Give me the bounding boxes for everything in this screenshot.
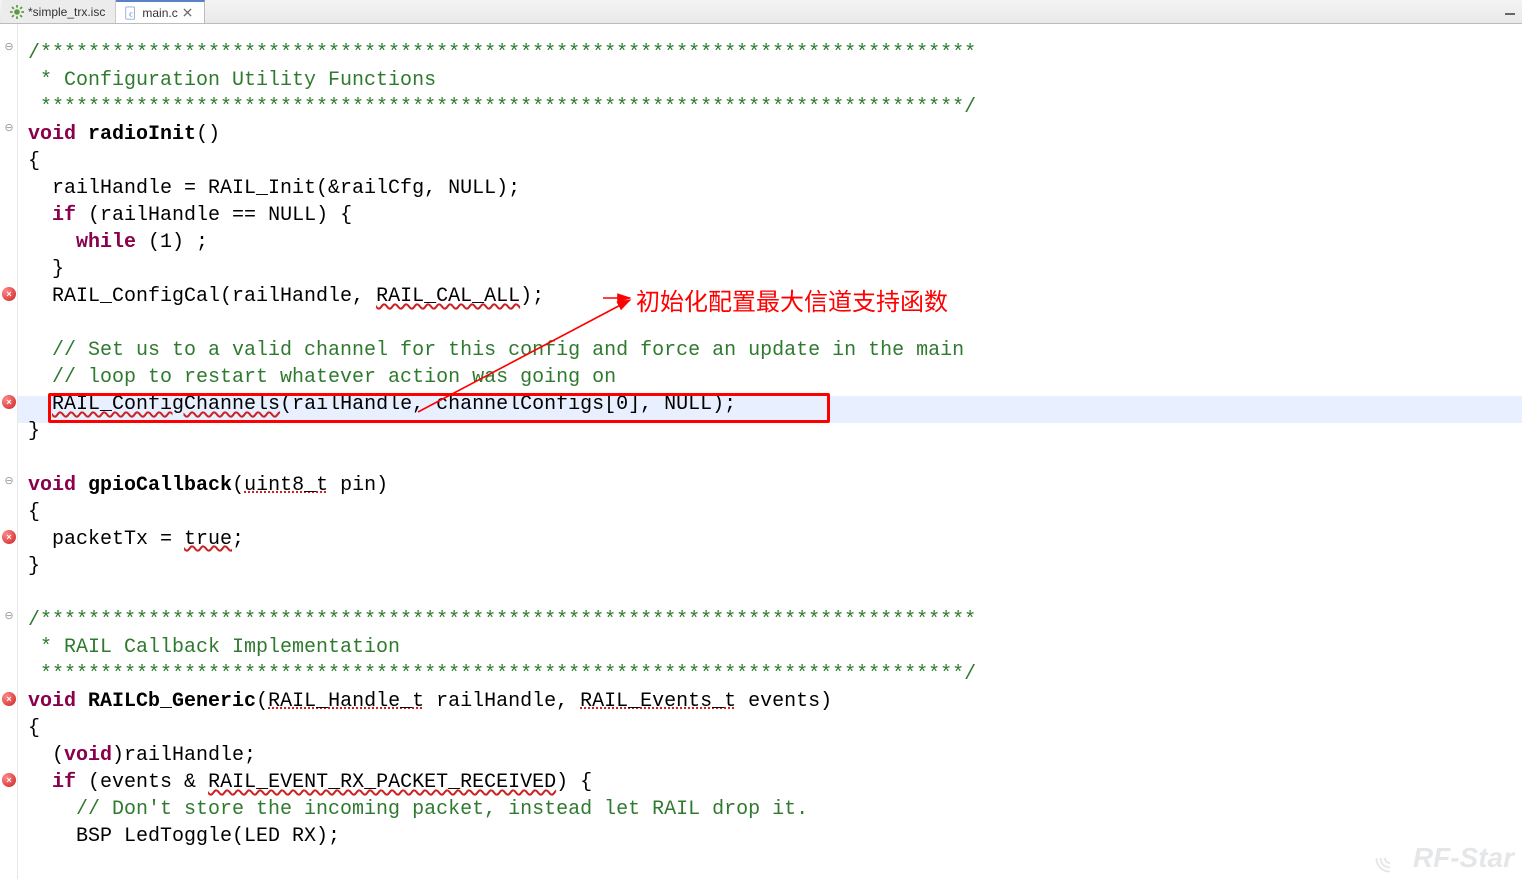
- fold-toggle-icon[interactable]: ⊖: [4, 476, 14, 486]
- tab-simple-trx[interactable]: *simple_trx.isc: [2, 0, 116, 23]
- error-marker-icon[interactable]: ×: [2, 395, 16, 409]
- annotation-text: 初始化配置最大信道支持函数: [636, 282, 948, 317]
- tabbar-right-controls: [1504, 0, 1522, 23]
- code-area[interactable]: /***************************************…: [18, 24, 1522, 879]
- cfile-icon: c: [124, 6, 138, 20]
- fold-toggle-icon[interactable]: ⊖: [4, 42, 14, 52]
- editor-gutter: ⊖ ⊖ × × ⊖ × ⊖ × ×: [0, 24, 18, 879]
- error-marker-icon[interactable]: ×: [2, 530, 16, 544]
- fold-toggle-icon[interactable]: ⊖: [4, 611, 14, 621]
- gear-icon: [10, 5, 24, 19]
- minimize-icon[interactable]: [1504, 4, 1516, 19]
- error-marker-icon[interactable]: ×: [2, 287, 16, 301]
- editor-tabbar: *simple_trx.isc c main.c: [0, 0, 1522, 24]
- error-marker-icon[interactable]: ×: [2, 773, 16, 787]
- close-icon[interactable]: [182, 7, 194, 19]
- tab-label: *simple_trx.isc: [28, 5, 105, 19]
- fold-toggle-icon[interactable]: [2, 692, 12, 702]
- tab-main-c[interactable]: c main.c: [116, 0, 204, 23]
- tab-label: main.c: [142, 6, 177, 20]
- fold-toggle-icon[interactable]: ⊖: [4, 123, 14, 133]
- code-editor: ⊖ ⊖ × × ⊖ × ⊖ × × /*********************…: [0, 24, 1522, 879]
- svg-text:c: c: [130, 9, 134, 18]
- source-code[interactable]: /***************************************…: [28, 40, 1522, 850]
